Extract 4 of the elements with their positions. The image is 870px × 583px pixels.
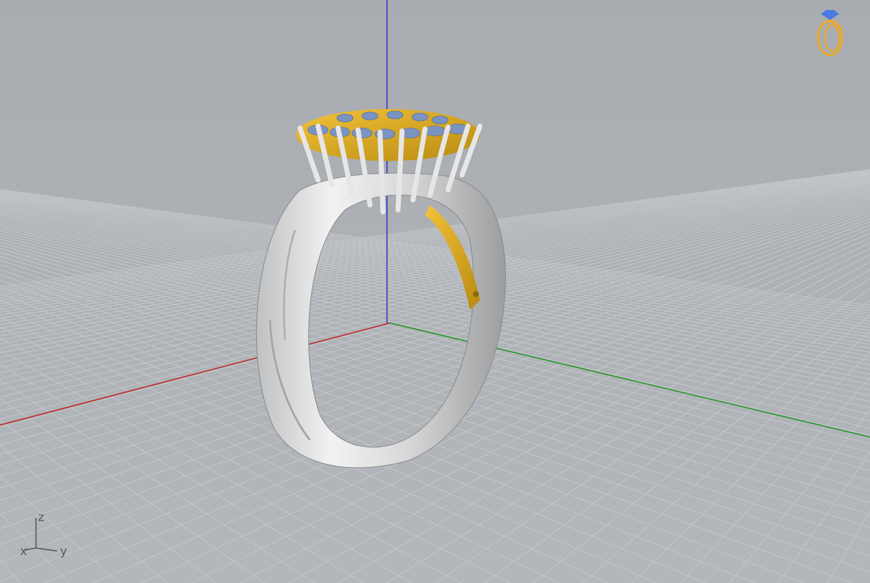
axis-label: x: [20, 544, 28, 558]
axis-label: z: [38, 510, 44, 524]
axis-label: y: [60, 544, 68, 558]
ring-icon[interactable]: [817, 10, 843, 56]
